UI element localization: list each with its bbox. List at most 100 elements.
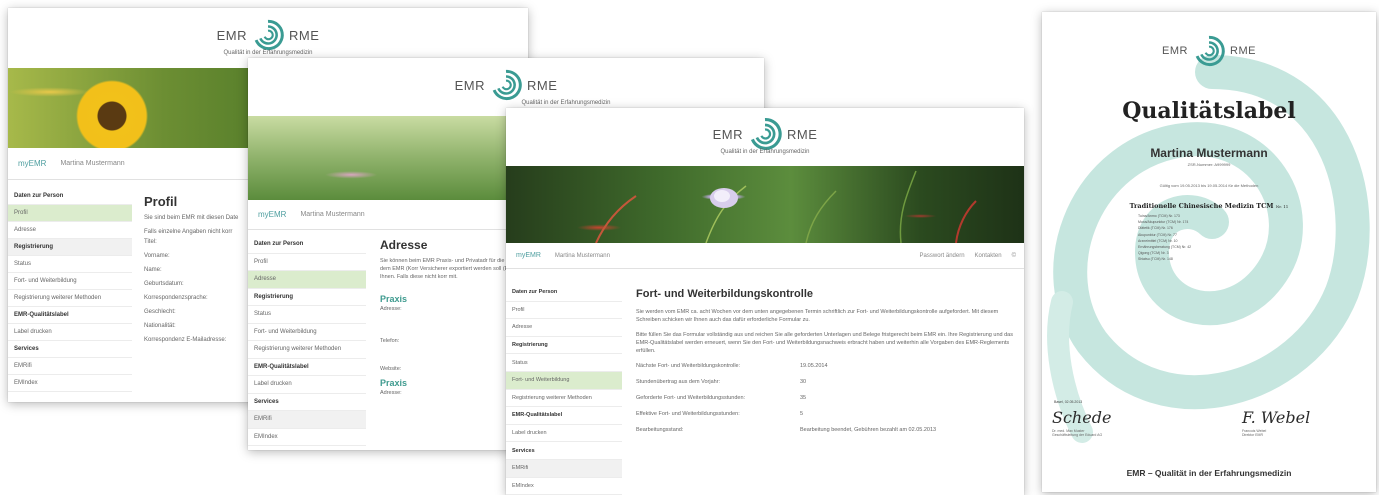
summary-label: Stundenübertrag aus dem Vorjahr:	[636, 379, 721, 386]
sidebar-item[interactable]: Label drucken	[248, 376, 366, 394]
extra-icon[interactable]: ©	[1012, 253, 1016, 259]
page-title: Fort- und Weiterbildungskontrolle	[636, 288, 814, 300]
label-website: Website:	[380, 366, 402, 372]
sidebar-item[interactable]: EMRifi	[506, 459, 622, 478]
header: EMR RME Qualität in der Erfahrungsmedizi…	[506, 116, 1024, 155]
sidebar-item[interactable]: Profil	[506, 302, 622, 320]
sidebar-item: EMR-Qualitätslabel	[8, 307, 132, 324]
emr-logo[interactable]: EMR RME	[455, 68, 558, 102]
sidebar-item[interactable]: Adresse	[248, 271, 366, 289]
sidebar-item: EMR-Qualitätslabel	[248, 359, 366, 376]
training-summary: Nächste Fort- und Weiterbildungskontroll…	[636, 358, 1016, 438]
validity-text: Gültig vom 19.05.2013 bis 19.05.2014 für…	[1159, 183, 1259, 188]
brand-link[interactable]: myEMR	[258, 210, 286, 219]
logo-right-word: RME	[527, 77, 558, 93]
contact-link[interactable]: Kontakten	[975, 253, 1002, 259]
swirl-logo-icon	[254, 19, 284, 51]
summary-value: 19.05.2014	[800, 363, 828, 370]
signature-left: Schede	[1052, 408, 1112, 427]
header-photo-bluebell	[506, 166, 1024, 243]
sidebar-item[interactable]: Fort- und Weiterbildung	[506, 371, 622, 390]
certificate-body: EMR RME Qualitätslabel Martina Musterman…	[1042, 12, 1376, 263]
certificate-qualitaetslabel: EMR RME Qualitätslabel Martina Musterman…	[1042, 12, 1376, 492]
sidebar: Daten zur Person Profil Adresse Registrieru…	[8, 188, 132, 392]
label-phone: Telefon:	[380, 338, 400, 344]
sidebar-item[interactable]: Status	[8, 256, 132, 273]
screenshot-fortbildung: EMR RME Qualität in der Erfahrungsmedizi…	[506, 108, 1024, 495]
method-number: Nr. 11	[1275, 204, 1289, 209]
user-name: Martina Mustermann	[554, 252, 610, 259]
logo-left-word: EMR	[1162, 45, 1188, 57]
sidebar-item: Registrierung	[8, 239, 132, 256]
user-name: Martina Mustermann	[300, 211, 365, 218]
sidebar-item[interactable]: EMIndex	[506, 478, 622, 495]
sidebar-item[interactable]: Profil	[248, 254, 366, 271]
label-address-2: Adresse:	[380, 390, 402, 396]
sidebar-item[interactable]: EMRifi	[248, 411, 366, 429]
summary-row: Geforderte Fort- und Weiterbildungsstund…	[636, 390, 1016, 406]
emr-logo[interactable]: EMR RME	[217, 18, 320, 52]
header: EMR RME Qualität in der Erfahrungsmedizi…	[248, 68, 764, 106]
submethod-list: Tuina/Anmo (TCM) Nr. 173 Moxa/Akupunktur …	[1082, 213, 1376, 263]
summary-row: Effektive Fort- und Weiterbildungsstunde…	[636, 406, 1016, 422]
emr-logo: EMR RME	[1162, 34, 1256, 68]
logo-left-word: EMR	[454, 77, 485, 93]
summary-label: Effektive Fort- und Weiterbildungsstunde…	[636, 411, 740, 418]
summary-row: Bearbeitungsstand: Bearbeitung beendet, G…	[636, 422, 1016, 438]
sidebar: Daten zur Person Profil Adresse Registrieru…	[506, 284, 622, 495]
intro-paragraph-1: Sie werden vom EMR ca. acht Wochen vor d…	[636, 309, 999, 324]
tagline: Qualität in der Erfahrungsmedizin	[720, 149, 810, 155]
sidebar-item[interactable]: Adresse	[506, 319, 622, 337]
place-date: Basel, 02.05.2013	[1054, 400, 1083, 404]
holder-sub: ZSR-Nummer: A999999	[1187, 162, 1231, 167]
logo-left-word: EMR	[216, 27, 247, 43]
sidebar: Daten zur Person Profil Adresse Registrieru…	[248, 236, 366, 446]
sidebar-item[interactable]: Registrierung weiterer Methoden	[506, 390, 622, 408]
swirl-logo-icon	[492, 69, 522, 101]
sidebar-item[interactable]: Registrierung weiterer Methoden	[248, 341, 366, 359]
signature-left-block: Schede Dr. med. Max Muster Geschäftsleit…	[1052, 408, 1172, 437]
summary-label: Nächste Fort- und Weiterbildungskontroll…	[636, 363, 741, 370]
summary-label: Geforderte Fort- und Weiterbildungsstund…	[636, 395, 746, 402]
summary-row: Stundenübertrag aus dem Vorjahr: 30	[636, 374, 1016, 390]
sidebar-item: Daten zur Person	[8, 188, 132, 205]
main-content: Fort- und Weiterbildungskontrolle Sie we…	[636, 288, 1016, 438]
sidebar-item[interactable]: Label drucken	[506, 425, 622, 443]
sidebar-item[interactable]: EMIndex	[8, 375, 132, 392]
sidebar-item[interactable]: Fort- und Weiterbildung	[8, 273, 132, 290]
sidebar-item: Registrierung	[506, 337, 622, 355]
logo-right-word: RME	[787, 126, 818, 142]
tagline: Qualität in der Erfahrungsmedizin	[521, 100, 611, 106]
swirl-logo-icon	[750, 118, 782, 150]
method-title: Traditionelle Chinesische Medizin TCM Nr…	[1042, 202, 1376, 210]
sidebar-item[interactable]: Registrierung weiterer Methoden	[8, 290, 132, 307]
certificate-footer: EMR – Qualität in der Erfahrungsmedizin	[1126, 468, 1292, 478]
summary-value: 5	[800, 411, 804, 418]
summary-value: Bearbeitung beendet, Gebühren bezahlt am…	[800, 427, 937, 434]
sidebar-item[interactable]: EMIndex	[248, 429, 366, 446]
method-name: Traditionelle Chinesische Medizin TCM	[1129, 202, 1274, 210]
sidebar-item: Services	[506, 442, 622, 460]
sidebar-item[interactable]: Label drucken	[8, 324, 132, 341]
emr-logo[interactable]: EMR RME	[713, 116, 818, 152]
password-link[interactable]: Passwort ändern	[920, 253, 965, 259]
signer-left-role: Geschäftsleitung der Eduard AG	[1052, 433, 1103, 437]
sidebar-item[interactable]: Status	[506, 354, 622, 372]
sidebar-item[interactable]: EMRifi	[8, 358, 132, 375]
sidebar-item[interactable]: Status	[248, 306, 366, 324]
sidebar-item[interactable]: Adresse	[8, 222, 132, 239]
sidebar-item[interactable]: Profil	[8, 205, 132, 222]
brand-link[interactable]: myEMR	[516, 252, 541, 259]
logo-left-word: EMR	[712, 126, 743, 142]
user-name: Martina Mustermann	[60, 160, 125, 167]
header: EMR RME Qualität in der Erfahrungsmedizi…	[8, 18, 528, 56]
summary-value: 30	[800, 379, 807, 386]
nav-right: Passwort ändern Kontakten ©	[920, 253, 1024, 259]
logo-right-word: RME	[289, 27, 320, 43]
label-address: Adresse:	[380, 306, 402, 312]
sidebar-item[interactable]: Fort- und Weiterbildung	[248, 324, 366, 341]
tagline: Qualität in der Erfahrungsmedizin	[223, 50, 313, 56]
brand-link[interactable]: myEMR	[18, 159, 46, 168]
sidebar-item: Daten zur Person	[506, 284, 622, 302]
sidebar-item: Services	[8, 341, 132, 358]
